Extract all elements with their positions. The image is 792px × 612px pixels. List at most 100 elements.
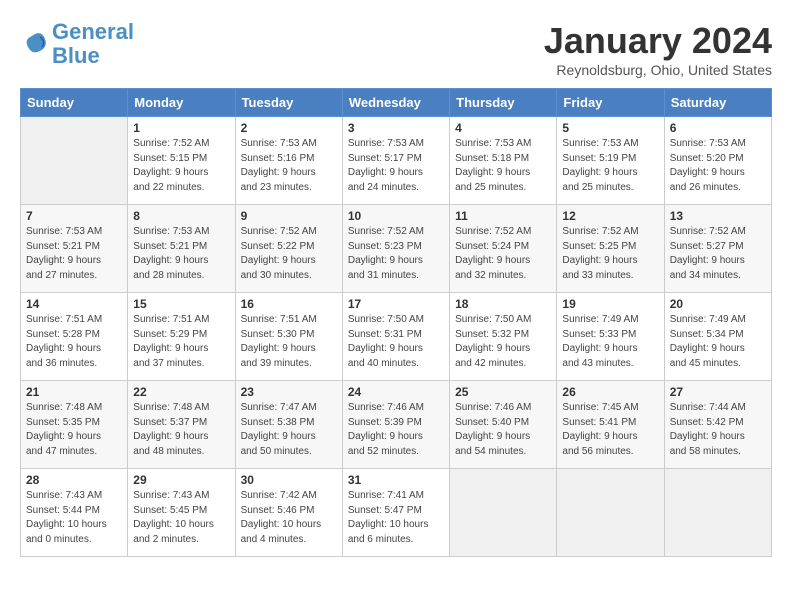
- day-info: Sunrise: 7:53 AM Sunset: 5:16 PM Dayligh…: [241, 137, 337, 195]
- day-number: 16: [241, 297, 337, 311]
- calendar-cell: 31 Sunrise: 7:41 AM Sunset: 5:47 PM Dayli…: [342, 469, 449, 557]
- day-info: Sunrise: 7:47 AM Sunset: 5:38 PM Dayligh…: [241, 401, 337, 459]
- day-info: Sunrise: 7:41 AM Sunset: 5:47 PM Dayligh…: [348, 489, 444, 547]
- calendar-cell: 25Sunrise: 7:46 AM Sunset: 5:40 PM Dayli…: [450, 381, 557, 469]
- logo-line1: General: [52, 19, 134, 44]
- calendar-cell: 14Sunrise: 7:51 AM Sunset: 5:28 PM Dayli…: [21, 293, 128, 381]
- day-number: 21: [26, 385, 122, 399]
- weekday-header-row: SundayMondayTuesdayWednesdayThursdayFrid…: [21, 89, 772, 117]
- calendar-cell: 24 Sunrise: 7:46 AM Sunset: 5:39 PM Dayli…: [342, 381, 449, 469]
- day-info: Sunrise: 7:46 AM Sunset: 5:40 PM Dayligh…: [455, 401, 551, 459]
- logo: General Blue: [20, 20, 134, 68]
- day-info: Sunrise: 7:53 AM Sunset: 5:17 PM Dayligh…: [348, 137, 444, 195]
- day-info: Sunrise: 7:42 AM Sunset: 5:46 PM Dayligh…: [241, 489, 337, 547]
- calendar-cell: 18Sunrise: 7:50 AM Sunset: 5:32 PM Dayli…: [450, 293, 557, 381]
- calendar-cell: 13 Sunrise: 7:52 AM Sunset: 5:27 PM Dayli…: [664, 205, 771, 293]
- calendar-cell: 5 Sunrise: 7:53 AM Sunset: 5:19 PM Daylig…: [557, 117, 664, 205]
- day-number: 19: [562, 297, 658, 311]
- calendar-cell: 6 Sunrise: 7:53 AM Sunset: 5:20 PM Daylig…: [664, 117, 771, 205]
- day-number: 31: [348, 473, 444, 487]
- calendar-cell: 12 Sunrise: 7:52 AM Sunset: 5:25 PM Dayli…: [557, 205, 664, 293]
- weekday-header-friday: Friday: [557, 89, 664, 117]
- day-number: 9: [241, 209, 337, 223]
- day-number: 22: [133, 385, 229, 399]
- calendar-cell: 2 Sunrise: 7:53 AM Sunset: 5:16 PM Daylig…: [235, 117, 342, 205]
- day-info: Sunrise: 7:50 AM Sunset: 5:32 PM Dayligh…: [455, 313, 551, 371]
- day-info: Sunrise: 7:52 AM Sunset: 5:24 PM Dayligh…: [455, 225, 551, 283]
- day-info: Sunrise: 7:48 AM Sunset: 5:37 PM Dayligh…: [133, 401, 229, 459]
- calendar-cell: 15 Sunrise: 7:51 AM Sunset: 5:29 PM Dayli…: [128, 293, 235, 381]
- calendar-cell: 10 Sunrise: 7:52 AM Sunset: 5:23 PM Dayli…: [342, 205, 449, 293]
- day-info: Sunrise: 7:48 AM Sunset: 5:35 PM Dayligh…: [26, 401, 122, 459]
- day-number: 27: [670, 385, 766, 399]
- title-block: January 2024 Reynoldsburg, Ohio, United …: [544, 20, 772, 78]
- logo-line2: Blue: [52, 43, 100, 68]
- calendar-cell: 3 Sunrise: 7:53 AM Sunset: 5:17 PM Daylig…: [342, 117, 449, 205]
- logo-icon: [20, 29, 50, 59]
- calendar-cell: 27 Sunrise: 7:44 AM Sunset: 5:42 PM Dayli…: [664, 381, 771, 469]
- day-info: Sunrise: 7:52 AM Sunset: 5:27 PM Dayligh…: [670, 225, 766, 283]
- weekday-header-monday: Monday: [128, 89, 235, 117]
- day-number: 1: [133, 121, 229, 135]
- week-row-1: 1Sunrise: 7:52 AM Sunset: 5:15 PM Daylig…: [21, 117, 772, 205]
- day-info: Sunrise: 7:52 AM Sunset: 5:25 PM Dayligh…: [562, 225, 658, 283]
- weekday-header-wednesday: Wednesday: [342, 89, 449, 117]
- day-number: 8: [133, 209, 229, 223]
- day-info: Sunrise: 7:49 AM Sunset: 5:33 PM Dayligh…: [562, 313, 658, 371]
- day-number: 26: [562, 385, 658, 399]
- day-info: Sunrise: 7:44 AM Sunset: 5:42 PM Dayligh…: [670, 401, 766, 459]
- week-row-2: 7Sunrise: 7:53 AM Sunset: 5:21 PM Daylig…: [21, 205, 772, 293]
- day-number: 13: [670, 209, 766, 223]
- week-row-5: 28 Sunrise: 7:43 AM Sunset: 5:44 PM Dayli…: [21, 469, 772, 557]
- day-number: 28: [26, 473, 122, 487]
- day-number: 15: [133, 297, 229, 311]
- calendar-cell: 7Sunrise: 7:53 AM Sunset: 5:21 PM Daylig…: [21, 205, 128, 293]
- day-number: 6: [670, 121, 766, 135]
- calendar-cell: 28 Sunrise: 7:43 AM Sunset: 5:44 PM Dayli…: [21, 469, 128, 557]
- day-number: 23: [241, 385, 337, 399]
- day-info: Sunrise: 7:46 AM Sunset: 5:39 PM Dayligh…: [348, 401, 444, 459]
- calendar-cell: 30 Sunrise: 7:42 AM Sunset: 5:46 PM Dayli…: [235, 469, 342, 557]
- day-number: 20: [670, 297, 766, 311]
- calendar-cell: 29 Sunrise: 7:43 AM Sunset: 5:45 PM Dayli…: [128, 469, 235, 557]
- day-info: Sunrise: 7:52 AM Sunset: 5:23 PM Dayligh…: [348, 225, 444, 283]
- day-number: 17: [348, 297, 444, 311]
- weekday-header-saturday: Saturday: [664, 89, 771, 117]
- calendar-cell: 23 Sunrise: 7:47 AM Sunset: 5:38 PM Dayli…: [235, 381, 342, 469]
- day-number: 24: [348, 385, 444, 399]
- day-info: Sunrise: 7:50 AM Sunset: 5:31 PM Dayligh…: [348, 313, 444, 371]
- day-info: Sunrise: 7:51 AM Sunset: 5:29 PM Dayligh…: [133, 313, 229, 371]
- day-info: Sunrise: 7:51 AM Sunset: 5:30 PM Dayligh…: [241, 313, 337, 371]
- day-number: 12: [562, 209, 658, 223]
- day-info: Sunrise: 7:53 AM Sunset: 5:20 PM Dayligh…: [670, 137, 766, 195]
- day-number: 14: [26, 297, 122, 311]
- day-number: 5: [562, 121, 658, 135]
- day-number: 11: [455, 209, 551, 223]
- calendar-cell: 11 Sunrise: 7:52 AM Sunset: 5:24 PM Dayli…: [450, 205, 557, 293]
- weekday-header-tuesday: Tuesday: [235, 89, 342, 117]
- day-number: 30: [241, 473, 337, 487]
- calendar-cell: [664, 469, 771, 557]
- day-info: Sunrise: 7:43 AM Sunset: 5:44 PM Dayligh…: [26, 489, 122, 547]
- day-info: Sunrise: 7:52 AM Sunset: 5:22 PM Dayligh…: [241, 225, 337, 283]
- day-number: 2: [241, 121, 337, 135]
- week-row-4: 21 Sunrise: 7:48 AM Sunset: 5:35 PM Dayli…: [21, 381, 772, 469]
- day-info: Sunrise: 7:53 AM Sunset: 5:21 PM Dayligh…: [133, 225, 229, 283]
- calendar-cell: 17 Sunrise: 7:50 AM Sunset: 5:31 PM Dayli…: [342, 293, 449, 381]
- calendar-cell: 20 Sunrise: 7:49 AM Sunset: 5:34 PM Dayli…: [664, 293, 771, 381]
- day-number: 3: [348, 121, 444, 135]
- month-title: January 2024: [544, 20, 772, 62]
- day-number: 29: [133, 473, 229, 487]
- calendar-cell: [557, 469, 664, 557]
- day-number: 10: [348, 209, 444, 223]
- day-info: Sunrise: 7:53 AM Sunset: 5:21 PM Dayligh…: [26, 225, 122, 283]
- weekday-header-sunday: Sunday: [21, 89, 128, 117]
- day-info: Sunrise: 7:53 AM Sunset: 5:19 PM Dayligh…: [562, 137, 658, 195]
- calendar-cell: 1Sunrise: 7:52 AM Sunset: 5:15 PM Daylig…: [128, 117, 235, 205]
- calendar-cell: 21 Sunrise: 7:48 AM Sunset: 5:35 PM Dayli…: [21, 381, 128, 469]
- day-info: Sunrise: 7:43 AM Sunset: 5:45 PM Dayligh…: [133, 489, 229, 547]
- day-info: Sunrise: 7:49 AM Sunset: 5:34 PM Dayligh…: [670, 313, 766, 371]
- calendar-cell: 9 Sunrise: 7:52 AM Sunset: 5:22 PM Daylig…: [235, 205, 342, 293]
- calendar-cell: [450, 469, 557, 557]
- day-info: Sunrise: 7:53 AM Sunset: 5:18 PM Dayligh…: [455, 137, 551, 195]
